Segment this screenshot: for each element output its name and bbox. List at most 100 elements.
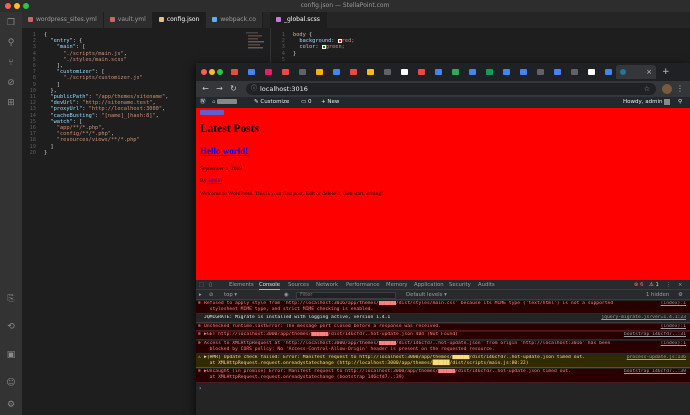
console-message[interactable]: ⊗ Unchecked runtime.lastError: The messag… bbox=[196, 323, 690, 332]
chrome-pinned-tab[interactable] bbox=[602, 66, 615, 78]
chrome-pinned-tab[interactable] bbox=[500, 66, 513, 78]
tab-elements[interactable]: Elements bbox=[229, 280, 254, 290]
tab-vault[interactable]: vault.yml bbox=[103, 12, 153, 28]
new-content-link[interactable]: + New bbox=[321, 97, 339, 108]
address-bar[interactable]: ⓘ localhost:3016 ☆ bbox=[246, 83, 656, 95]
chrome-pinned-tab[interactable] bbox=[483, 66, 496, 78]
warning-count-badge[interactable]: ⚠ 1 bbox=[649, 280, 659, 290]
chrome-pinned-tab[interactable] bbox=[585, 66, 598, 78]
minimap[interactable] bbox=[246, 32, 266, 62]
author-link[interactable]: admin bbox=[208, 178, 222, 184]
tab-audits[interactable]: Audits bbox=[478, 280, 495, 290]
tab-network[interactable]: Network bbox=[316, 280, 338, 290]
chrome-pinned-tab[interactable] bbox=[262, 66, 275, 78]
explorer-side-icon[interactable]: ⎘ bbox=[6, 294, 16, 304]
minimize-window-icon[interactable] bbox=[209, 69, 215, 75]
search-icon[interactable]: ⚲ bbox=[6, 38, 16, 48]
chrome-pinned-tab[interactable] bbox=[313, 66, 326, 78]
forward-arrow-icon[interactable]: → bbox=[214, 83, 225, 94]
chrome-pinned-tab[interactable] bbox=[296, 66, 309, 78]
search-icon[interactable]: ⚲ bbox=[678, 97, 682, 108]
chrome-pinned-tab[interactable] bbox=[330, 66, 343, 78]
remote-icon[interactable]: ▣ bbox=[6, 350, 16, 360]
tab-sources[interactable]: Sources bbox=[288, 280, 309, 290]
chrome-pinned-tab[interactable] bbox=[398, 66, 411, 78]
console-source-link[interactable]: (index):1 bbox=[661, 324, 686, 330]
files-icon[interactable]: ❐ bbox=[6, 18, 16, 28]
chrome-pinned-tab[interactable] bbox=[381, 66, 394, 78]
back-arrow-icon[interactable]: ← bbox=[200, 83, 211, 94]
chrome-pinned-tab[interactable] bbox=[432, 66, 445, 78]
chrome-pinned-tab[interactable] bbox=[228, 66, 241, 78]
chrome-pinned-tab[interactable] bbox=[568, 66, 581, 78]
post-title-link[interactable]: Hello world! bbox=[200, 146, 248, 156]
console-source-link[interactable]: process-update.js:136 bbox=[627, 355, 686, 361]
console-prompt[interactable]: › bbox=[196, 385, 690, 393]
chrome-pinned-tab[interactable] bbox=[364, 66, 377, 78]
close-window-icon[interactable] bbox=[201, 69, 207, 75]
extensions-icon[interactable]: ⊞ bbox=[6, 98, 16, 108]
log-levels-dropdown[interactable]: Default levels ▾ bbox=[406, 290, 447, 300]
chrome-active-tab[interactable]: × bbox=[616, 65, 656, 79]
global-scss-code[interactable]: body { background: red; color: green; } bbox=[293, 32, 354, 57]
chrome-pinned-tab[interactable] bbox=[449, 66, 462, 78]
inspect-element-icon[interactable]: ⬚ bbox=[199, 280, 204, 290]
context-selector[interactable]: top ▾ bbox=[224, 290, 237, 300]
chrome-pinned-tab[interactable] bbox=[279, 66, 292, 78]
console-source-link[interactable]: bootstrap 146cfd7..:31 bbox=[624, 332, 686, 338]
chrome-pinned-tab[interactable] bbox=[534, 66, 547, 78]
minimize-window-icon[interactable] bbox=[14, 3, 20, 9]
console-source-link[interactable]: bootstrap 146cfd7..:39 bbox=[624, 369, 686, 375]
chrome-pinned-tab[interactable] bbox=[415, 66, 428, 78]
wordpress-logo-icon[interactable]: Ⓦ bbox=[200, 97, 206, 108]
error-count-badge[interactable]: ⊗ 6 bbox=[634, 280, 644, 290]
chrome-pinned-tab[interactable] bbox=[517, 66, 530, 78]
tab-config-json[interactable]: config.json bbox=[152, 12, 207, 28]
reload-icon[interactable]: ↻ bbox=[228, 83, 239, 94]
live-share-icon[interactable]: ⟲ bbox=[6, 322, 16, 332]
close-window-icon[interactable] bbox=[5, 3, 11, 9]
console-message[interactable]: ⊗ ▶Uncaught (in promise) Error: Manifest … bbox=[196, 369, 690, 383]
console-message[interactable]: ⊗ Access to XMLHttpRequest at 'http://loc… bbox=[196, 341, 690, 355]
tab-global-scss[interactable]: _global.scss bbox=[270, 12, 327, 28]
console-sidebar-icon[interactable]: ▸ bbox=[199, 290, 202, 300]
debug-icon[interactable]: ⊘ bbox=[6, 78, 16, 88]
comments-link[interactable]: ▭ 0 bbox=[301, 97, 311, 108]
tab-security[interactable]: Security bbox=[449, 280, 471, 290]
clear-console-icon[interactable]: ⊘ bbox=[209, 290, 213, 300]
console-message[interactable]: ⊗ Refused to apply style from 'http://loc… bbox=[196, 301, 690, 315]
bookmark-star-icon[interactable]: ☆ bbox=[644, 83, 650, 95]
profile-avatar[interactable] bbox=[662, 84, 672, 94]
tab-console[interactable]: Console bbox=[259, 280, 281, 290]
console-message[interactable]: JQMIGRATE: Migrate is installed with log… bbox=[196, 315, 690, 323]
close-devtools-icon[interactable]: × bbox=[678, 280, 682, 290]
settings-gear-icon[interactable]: ⚙ bbox=[6, 400, 16, 410]
new-tab-button[interactable]: + bbox=[662, 66, 670, 78]
eye-icon[interactable]: ◉ bbox=[284, 290, 289, 300]
console-source-link[interactable]: jquery-migrate.js?ver=1.4.1:23 bbox=[601, 315, 686, 321]
account-icon[interactable]: ☺ bbox=[6, 378, 16, 388]
console-source-link[interactable]: (index):1 bbox=[661, 341, 686, 347]
tab-webpack[interactable]: webpack.co bbox=[206, 12, 263, 28]
device-toolbar-icon[interactable]: ▯ bbox=[209, 280, 212, 290]
chrome-menu-icon[interactable]: ⋮ bbox=[676, 83, 684, 94]
chrome-pinned-tab[interactable] bbox=[466, 66, 479, 78]
close-tab-button[interactable]: × bbox=[646, 66, 652, 78]
console-source-link[interactable]: (index):1 bbox=[661, 301, 686, 307]
site-title-link[interactable] bbox=[200, 110, 224, 116]
config-json-code[interactable]: { "entry": { "main": [ "./scripts/main.j… bbox=[44, 32, 168, 156]
source-control-icon[interactable]: ⑂ bbox=[6, 58, 16, 68]
maximize-window-icon[interactable] bbox=[23, 3, 29, 9]
customize-link[interactable]: ✎ Customize bbox=[254, 97, 289, 108]
tab-memory[interactable]: Memory bbox=[386, 280, 408, 290]
chrome-pinned-tab[interactable] bbox=[245, 66, 258, 78]
howdy-link[interactable]: Howdy, admin bbox=[623, 97, 671, 108]
maximize-window-icon[interactable] bbox=[217, 69, 223, 75]
chrome-pinned-tab[interactable] bbox=[347, 66, 360, 78]
tab-application[interactable]: Application bbox=[414, 280, 444, 290]
console-settings-icon[interactable]: ⚙ bbox=[678, 290, 683, 300]
console-filter-input[interactable]: Filter bbox=[296, 291, 396, 299]
console-message[interactable]: ⚠ ▶[HMR] Update check failed: Error: Mani… bbox=[196, 355, 690, 369]
console-message[interactable]: ⊗ ▶GET http://localhost:3000/app/themes/█… bbox=[196, 332, 690, 340]
chrome-pinned-tab[interactable] bbox=[551, 66, 564, 78]
